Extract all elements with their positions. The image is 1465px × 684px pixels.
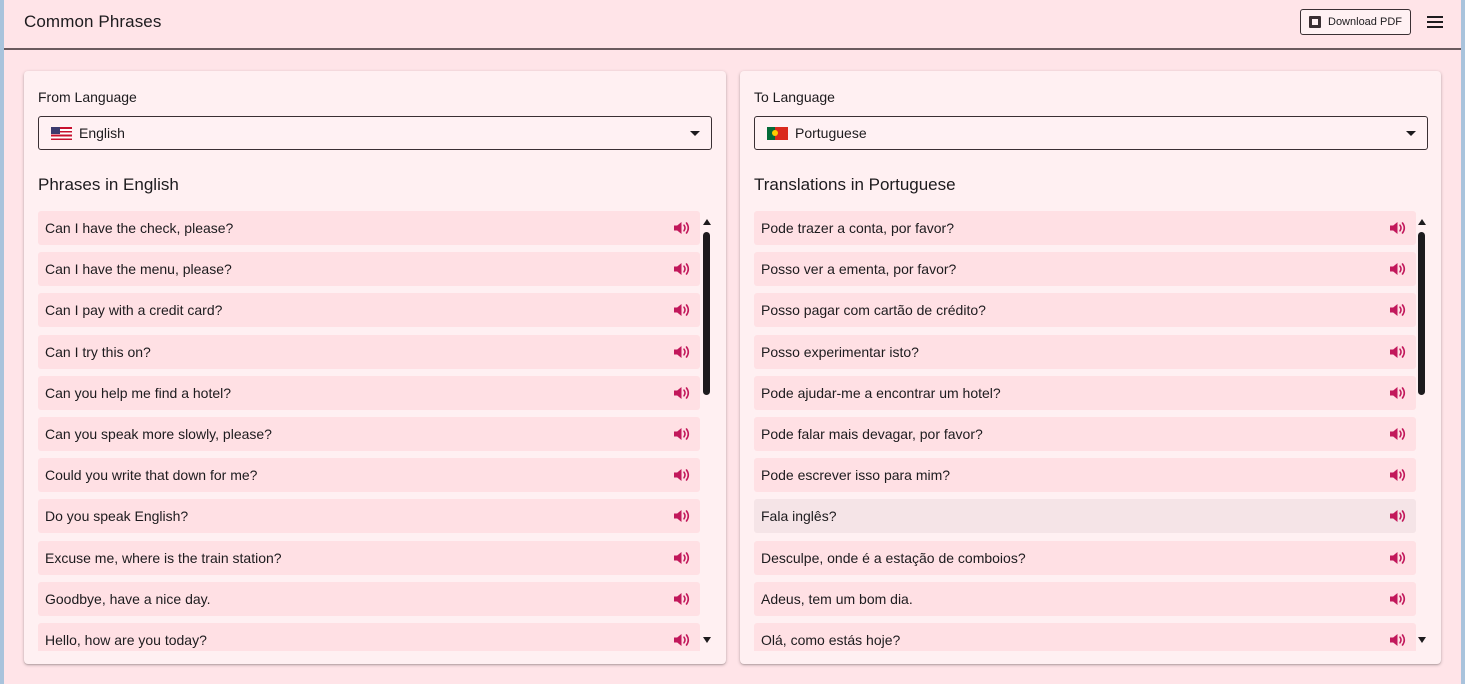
phrase-row[interactable]: Pode escrever isso para mim?: [754, 458, 1416, 493]
app-window: Common Phrases Download PDF From Languag…: [4, 0, 1461, 684]
phrase-row[interactable]: Pode trazer a conta, por favor?: [754, 211, 1416, 245]
app-bar: Common Phrases Download PDF: [4, 0, 1461, 50]
speaker-icon[interactable]: [673, 302, 691, 318]
from-language-select[interactable]: English: [38, 116, 712, 150]
to-language-value: Portuguese: [795, 125, 867, 141]
phrase-row[interactable]: Posso experimentar isto?: [754, 334, 1416, 369]
phrase-row[interactable]: Desculpe, onde é a estação de comboios?: [754, 540, 1416, 575]
phrase-text: Goodbye, have a nice day.: [45, 590, 211, 607]
speaker-icon[interactable]: [1389, 302, 1407, 318]
scrollbar-thumb[interactable]: [703, 232, 710, 395]
scroll-down-arrow[interactable]: [1418, 637, 1426, 643]
from-language-value: English: [79, 125, 125, 141]
chevron-down-icon: [690, 131, 700, 136]
speaker-icon[interactable]: [1389, 261, 1407, 277]
phrase-text: Olá, como estás hoje?: [761, 632, 901, 648]
phrase-row[interactable]: Goodbye, have a nice day.: [38, 581, 700, 616]
speaker-icon[interactable]: [673, 550, 691, 566]
phrase-text: Adeus, tem um bom dia.: [761, 590, 913, 607]
pdf-icon: [1309, 16, 1321, 28]
from-language-card: From Language English Phrases in English…: [24, 71, 726, 664]
speaker-icon[interactable]: [673, 426, 691, 442]
page-title: Common Phrases: [24, 12, 162, 31]
phrase-row[interactable]: Fala inglês?: [754, 499, 1416, 534]
to-language-label: To Language: [754, 89, 835, 105]
download-pdf-button[interactable]: Download PDF: [1300, 9, 1411, 35]
phrase-text: Pode escrever isso para mim?: [761, 467, 951, 484]
phrase-row[interactable]: Adeus, tem um bom dia.: [754, 581, 1416, 616]
speaker-icon[interactable]: [673, 632, 691, 648]
phrase-row[interactable]: Can I have the check, please?: [38, 211, 700, 245]
speaker-icon[interactable]: [673, 385, 691, 401]
speaker-icon[interactable]: [673, 261, 691, 277]
phrase-text: Can I have the check, please?: [45, 220, 234, 236]
scroll-up-arrow[interactable]: [1418, 219, 1426, 225]
phrase-row[interactable]: Pode falar mais devagar, por favor?: [754, 417, 1416, 451]
speaker-icon[interactable]: [673, 508, 691, 524]
phrase-text: Can I pay with a credit card?: [45, 302, 223, 319]
phrase-text: Can I try this on?: [45, 343, 151, 360]
speaker-icon[interactable]: [1389, 467, 1407, 483]
speaker-icon[interactable]: [1389, 550, 1407, 566]
phrase-text: Posso pagar com cartão de crédito?: [761, 302, 986, 319]
to-language-card: To Language Portuguese Translations in P…: [740, 71, 1441, 664]
scroll-down-arrow[interactable]: [703, 637, 711, 643]
portugal-flag-icon: [767, 126, 788, 140]
phrase-text: Do you speak English?: [45, 508, 189, 525]
speaker-icon[interactable]: [1389, 508, 1407, 524]
phrase-text: Can you speak more slowly, please?: [45, 426, 272, 442]
download-pdf-label: Download PDF: [1328, 16, 1402, 28]
speaker-icon[interactable]: [673, 591, 691, 607]
phrase-text: Excuse me, where is the train station?: [45, 549, 282, 566]
phrase-text: Hello, how are you today?: [45, 632, 207, 648]
us-flag-icon: [51, 126, 72, 140]
phrase-text: Pode trazer a conta, por favor?: [761, 220, 954, 236]
phrase-row[interactable]: Hello, how are you today?: [38, 623, 700, 651]
speaker-icon[interactable]: [1389, 591, 1407, 607]
phrases-section-title: Phrases in English: [38, 175, 179, 194]
chevron-down-icon: [1406, 131, 1416, 136]
speaker-icon[interactable]: [1389, 426, 1407, 442]
phrase-row[interactable]: Posso pagar com cartão de crédito?: [754, 293, 1416, 328]
speaker-icon[interactable]: [1389, 344, 1407, 360]
phrase-list: Can I have the check, please? Can I have …: [38, 211, 700, 651]
to-language-select[interactable]: Portuguese: [754, 116, 1428, 150]
speaker-icon[interactable]: [1389, 632, 1407, 648]
phrase-row[interactable]: Can I try this on?: [38, 334, 700, 369]
phrase-row[interactable]: Can I pay with a credit card?: [38, 293, 700, 328]
phrase-text: Can you help me find a hotel?: [45, 384, 232, 401]
speaker-icon[interactable]: [673, 220, 691, 236]
phrase-row[interactable]: Can I have the menu, please?: [38, 252, 700, 287]
scroll-up-arrow[interactable]: [703, 219, 711, 225]
scrollbar-thumb[interactable]: [1418, 232, 1425, 395]
phrase-row[interactable]: Pode ajudar-me a encontrar um hotel?: [754, 375, 1416, 410]
speaker-icon[interactable]: [1389, 220, 1407, 236]
phrase-text: Could you write that down for me?: [45, 467, 258, 484]
phrase-row[interactable]: Do you speak English?: [38, 499, 700, 534]
phrase-text: Fala inglês?: [761, 508, 837, 525]
from-language-label: From Language: [38, 89, 137, 105]
translation-list: Pode trazer a conta, por favor? Posso ver…: [754, 211, 1416, 651]
phrase-text: Posso experimentar isto?: [761, 343, 919, 360]
phrase-row[interactable]: Posso ver a ementa, por favor?: [754, 252, 1416, 287]
phrase-text: Desculpe, onde é a estação de comboios?: [761, 549, 1026, 566]
phrase-row[interactable]: Can you speak more slowly, please?: [38, 417, 700, 451]
menu-icon[interactable]: [1424, 13, 1446, 31]
phrase-row[interactable]: Can you help me find a hotel?: [38, 375, 700, 410]
phrase-text: Can I have the menu, please?: [45, 261, 232, 278]
translations-section-title: Translations in Portuguese: [754, 175, 956, 194]
phrase-row[interactable]: Excuse me, where is the train station?: [38, 540, 700, 575]
speaker-icon[interactable]: [1389, 385, 1407, 401]
phrase-row[interactable]: Could you write that down for me?: [38, 458, 700, 493]
speaker-icon[interactable]: [673, 344, 691, 360]
speaker-icon[interactable]: [673, 467, 691, 483]
phrase-text: Posso ver a ementa, por favor?: [761, 261, 957, 278]
phrase-text: Pode ajudar-me a encontrar um hotel?: [761, 384, 1001, 401]
phrase-row[interactable]: Olá, como estás hoje?: [754, 623, 1416, 651]
phrase-text: Pode falar mais devagar, por favor?: [761, 426, 983, 442]
